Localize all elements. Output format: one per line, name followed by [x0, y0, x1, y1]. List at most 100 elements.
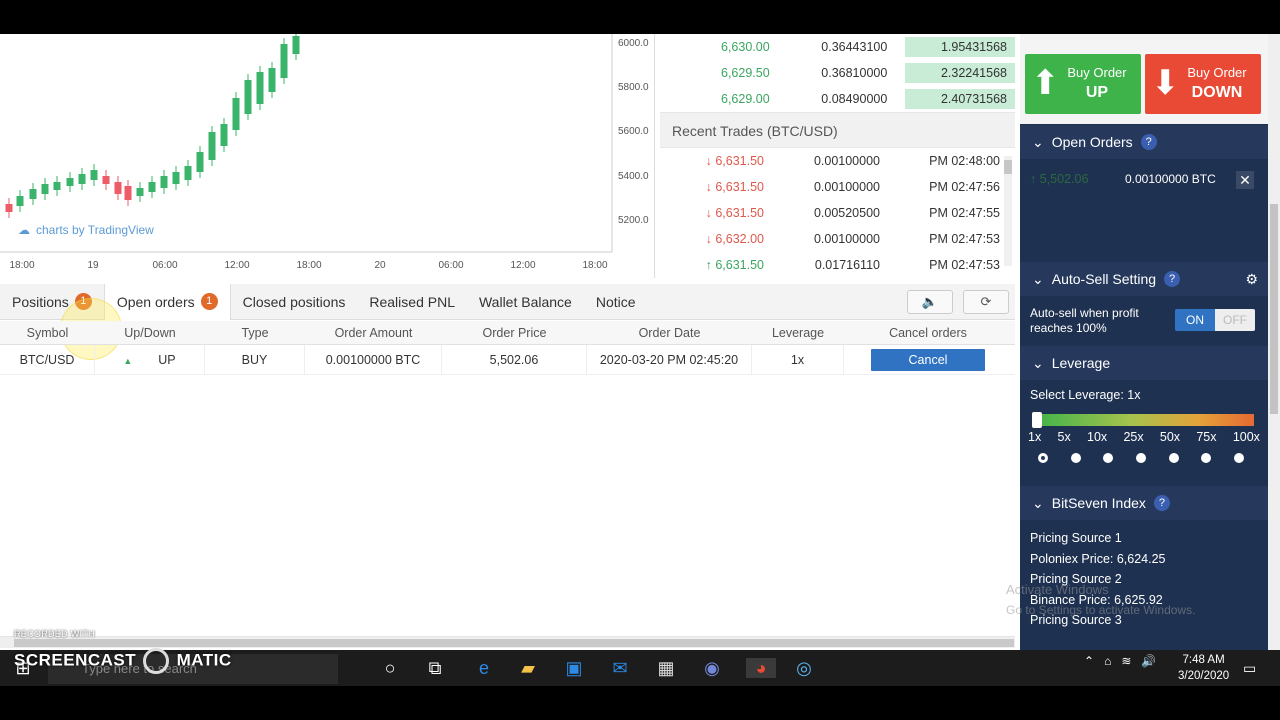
leverage-radio[interactable]: [1038, 453, 1048, 463]
price-chart[interactable]: 6000.0 5800.0 5600.0 5400.0 5200.0 18:00 19 06:…: [0, 34, 655, 278]
candle-body: [172, 172, 180, 184]
leverage-radio[interactable]: [1233, 453, 1244, 463]
candle-body: [268, 68, 276, 92]
up-arrow-icon: ▲: [123, 355, 133, 366]
candle-body: [280, 44, 288, 78]
leverage-section-header[interactable]: ⌄ Leverage: [1020, 346, 1268, 380]
price-tick-label: 5800.0: [618, 82, 649, 93]
open-orders-section-header[interactable]: ⌄ Open Orders ?: [1020, 125, 1268, 159]
tab-open-orders[interactable]: Open orders 1: [103, 283, 231, 320]
time-tick-label: 12:00: [510, 260, 535, 271]
auto-sell-section-header[interactable]: ⌄ Auto-Sell Setting ? ⚙: [1020, 262, 1268, 296]
task-view-icon[interactable]: ⧉: [423, 658, 447, 678]
candle-body: [16, 196, 24, 206]
time-tick-label: 18:00: [296, 260, 321, 271]
candle-body: [292, 36, 300, 54]
trades-scrollbar[interactable]: [1004, 156, 1012, 266]
volume-icon[interactable]: 🔊: [1141, 654, 1156, 668]
discord-icon[interactable]: ◉: [700, 658, 724, 678]
time-tick-label: 20: [374, 260, 386, 271]
selected-leverage-label: Select Leverage: 1x: [1030, 388, 1141, 402]
col-leverage: Leverage: [771, 325, 825, 340]
recent-trades-list: ↓ 6,631.50 0.00100000 PM 02:48:00 ↓ 6,631.5…: [660, 148, 1015, 278]
chevron-up-icon[interactable]: ⌃: [1084, 654, 1094, 668]
mail-icon[interactable]: ✉: [608, 658, 632, 678]
time-tick-label: 18:00: [9, 260, 34, 271]
order-book-row[interactable]: 6,630.00 0.36443100 1.95431568: [660, 34, 1015, 60]
buy-down-button[interactable]: ⬇ Buy Order DOWN: [1145, 54, 1261, 114]
sound-button[interactable]: 🔈: [907, 290, 953, 314]
side-panel-scrollbar[interactable]: [1268, 34, 1280, 650]
col-order-price: Order Price: [482, 325, 547, 340]
gear-icon[interactable]: ⚙: [1245, 271, 1258, 288]
help-icon[interactable]: ?: [1153, 495, 1170, 511]
time-tick-label: 18:00: [582, 260, 607, 271]
time-tick-label: 19: [87, 260, 99, 271]
order-book-row[interactable]: 6,629.00 0.08490000 2.40731568: [660, 86, 1015, 112]
recorder-app-icon[interactable]: ◎: [792, 658, 816, 678]
candle-body: [66, 178, 74, 186]
close-icon[interactable]: ✕: [1236, 171, 1254, 189]
tradingview-watermark[interactable]: ☁ charts by TradingView: [18, 223, 154, 237]
candle-body: [78, 174, 86, 184]
candle-body: [102, 176, 110, 184]
notification-icon[interactable]: ▭: [1243, 660, 1256, 677]
candle-body: [232, 98, 240, 130]
leverage-radio[interactable]: [1168, 453, 1179, 463]
leverage-slider-handle[interactable]: [1032, 412, 1042, 428]
chrome-icon[interactable]: ◕: [746, 658, 776, 678]
leverage-radio[interactable]: [1103, 453, 1114, 463]
recent-trades-title: Recent Trades (BTC/USD): [660, 112, 1015, 148]
tab-notice[interactable]: Notice: [584, 284, 648, 320]
tab-closed-positions[interactable]: Closed positions: [231, 284, 358, 320]
candlestick-chart[interactable]: 6000.0 5800.0 5600.0 5400.0 5200.0 18:00 19 06:…: [0, 34, 655, 278]
candle-body: [196, 152, 204, 172]
leverage-radio[interactable]: [1135, 453, 1146, 463]
table-header: Symbol Up/Down Type Order Amount Order P…: [0, 321, 1015, 345]
order-book-row[interactable]: 6,629.50 0.36810000 2.32241568: [660, 60, 1015, 86]
file-explorer-icon[interactable]: ▰: [516, 658, 540, 678]
trade-row: ↓ 6,631.50 0.00100000 PM 02:47:56: [705, 180, 1000, 194]
wifi-icon[interactable]: ≋: [1121, 654, 1131, 668]
order-book-rows: 6,630.00 0.36443100 1.95431568 6,629.50 0.36…: [660, 34, 1015, 112]
col-cancel: Cancel orders: [889, 325, 967, 340]
down-arrow-icon: ⬇: [1151, 64, 1180, 102]
candle-body: [53, 182, 61, 190]
leverage-radio-group[interactable]: [1038, 453, 1244, 463]
table-row: BTC/USD ▲ UP BUY 0.00100000 BTC 5,502.06 …: [0, 344, 1015, 375]
help-icon[interactable]: ?: [1140, 134, 1157, 150]
open-orders-count-badge: 1: [200, 293, 218, 310]
price-tick-label: 5400.0: [618, 171, 649, 182]
leverage-radio[interactable]: [1070, 453, 1081, 463]
cortana-icon[interactable]: ○: [378, 658, 402, 678]
bitseven-index-section-header[interactable]: ⌄ BitSeven Index ?: [1020, 486, 1268, 520]
order-book: 6,630.00 0.36443100 1.95431568 6,629.50 0.36…: [660, 34, 1015, 278]
candle-body: [256, 72, 264, 104]
candle-body: [41, 184, 49, 194]
edge-browser-icon[interactable]: e: [472, 658, 496, 678]
tradingview-cloud-icon: ☁: [18, 223, 30, 237]
cancel-order-button[interactable]: Cancel: [871, 348, 985, 371]
auto-sell-toggle[interactable]: ON OFF: [1175, 309, 1255, 331]
taskbar-clock[interactable]: 7:48 AM 3/20/2020: [1178, 652, 1229, 684]
trade-row: ↑ 6,631.50 0.01716110 PM 02:47:53: [705, 258, 1000, 272]
calculator-icon[interactable]: ▦: [654, 658, 678, 678]
recorder-label: RECORDED WITH: [14, 629, 95, 639]
leverage-slider-track[interactable]: [1032, 414, 1254, 426]
side-panel: ⬆ Buy Order UP ⬇ Buy Order DOWN ⌄ Open O…: [1020, 34, 1268, 650]
speaker-icon: 🔈: [921, 294, 939, 309]
leverage-radio[interactable]: [1201, 453, 1212, 463]
leverage-labels: 1x 5x 10x 25x 50x 75x 100x: [1028, 430, 1260, 444]
horizontal-scrollbar[interactable]: [0, 636, 1015, 648]
trade-row: ↓ 6,631.50 0.00520500 PM 02:47:55: [705, 206, 1000, 220]
candle-body: [244, 80, 252, 114]
time-tick-label: 06:00: [438, 260, 463, 271]
tab-realised-pnl[interactable]: Realised PNL: [357, 284, 467, 320]
help-icon[interactable]: ?: [1164, 271, 1181, 287]
store-icon[interactable]: ▣: [562, 658, 586, 678]
tab-wallet-balance[interactable]: Wallet Balance: [467, 284, 584, 320]
time-tick-label: 06:00: [152, 260, 177, 271]
buy-up-button[interactable]: ⬆ Buy Order UP: [1025, 54, 1141, 114]
refresh-button[interactable]: ⟳: [963, 290, 1009, 314]
network-adapter-icon[interactable]: ⌂: [1104, 654, 1111, 668]
